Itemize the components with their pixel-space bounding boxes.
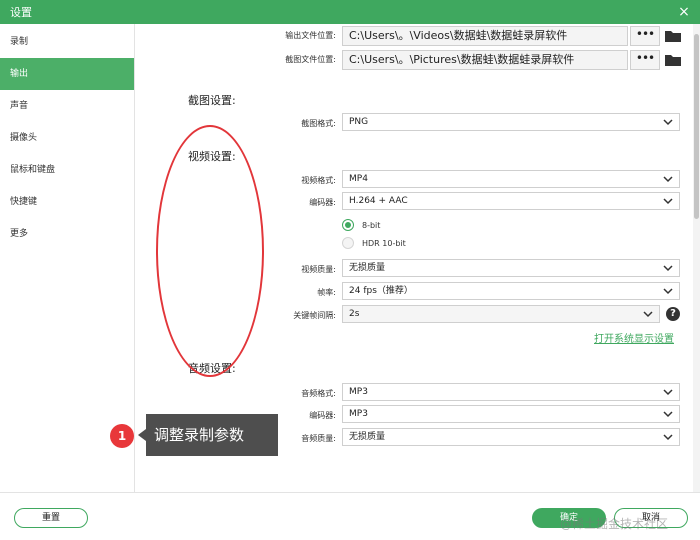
chevron-down-icon [663,434,673,441]
chevron-down-icon [643,311,653,318]
video-format-value: MP4 [349,174,368,184]
annotation-callout: 调整录制参数 [138,414,278,456]
sidebar-item-mouse-keyboard[interactable]: 鼠标和键盘 [0,154,134,186]
open-display-settings-link[interactable]: 打开系统显示设置 [594,330,674,345]
chevron-down-icon [663,176,673,183]
close-button[interactable]: × [668,0,700,24]
scrollbar[interactable] [693,24,700,492]
folder-icon[interactable] [664,53,682,67]
screenshot-format-label: 截图格式: [301,119,336,128]
video-encoder-select[interactable]: H.264 + AAC [342,192,680,210]
screenshot-format-select[interactable]: PNG [342,113,680,131]
chevron-down-icon [663,265,673,272]
window-title: 设置 [10,6,32,19]
bitdepth-hdr10-radio[interactable] [342,237,354,249]
audio-format-value: MP3 [349,387,368,397]
chevron-down-icon [663,119,673,126]
audio-format-label: 音频格式: [301,389,336,398]
video-format-select[interactable]: MP4 [342,170,680,188]
audio-format-select[interactable]: MP3 [342,383,680,401]
video-encoder-value: H.264 + AAC [349,196,408,206]
bitdepth-8bit-label: 8-bit [362,221,381,230]
bitdepth-hdr10-label: HDR 10-bit [362,239,406,248]
help-icon[interactable]: ? [666,307,680,321]
screenshot-format-value: PNG [349,117,369,127]
chevron-down-icon [663,198,673,205]
screenshot-settings-heading: 截图设置: [188,94,236,107]
annotation-ellipse [156,125,264,377]
folder-icon[interactable] [664,29,682,43]
sidebar-item-sound[interactable]: 声音 [0,90,134,122]
watermark: @稀土掘金技术社区 [560,517,669,531]
video-format-label: 视频格式: [301,176,336,185]
screenshot-location-label: 截图文件位置: [285,55,336,64]
audio-quality-value: 无损质量 [349,432,386,442]
framerate-value: 24 fps（推荐） [349,286,413,296]
chevron-down-icon [663,389,673,396]
annotation-step-badge: 1 [110,424,134,448]
video-quality-value: 无损质量 [349,263,386,273]
sidebar-item-camera[interactable]: 摄像头 [0,122,134,154]
audio-quality-select[interactable]: 无损质量 [342,428,680,446]
audio-encoder-value: MP3 [349,409,368,419]
sidebar-item-record[interactable]: 录制 [0,26,134,58]
sidebar-item-hotkeys[interactable]: 快捷键 [0,186,134,218]
video-location-input[interactable]: C:\Users\。\Videos\数据蛙\数据蛙录屏软件 [342,26,628,46]
sidebar-item-output[interactable]: 输出 [0,58,134,90]
keyframe-interval-value: 2s [349,309,360,319]
video-location-browse-button[interactable]: ••• [630,26,660,46]
framerate-select[interactable]: 24 fps（推荐） [342,282,680,300]
chevron-down-icon [663,288,673,295]
screenshot-location-input[interactable]: C:\Users\。\Pictures\数据蛙\数据蛙录屏软件 [342,50,628,70]
sidebar: 录制 输出 声音 摄像头 鼠标和键盘 快捷键 更多 [0,24,135,492]
bitdepth-8bit-radio[interactable] [342,219,354,231]
keyframe-interval-label: 关键帧间隔: [293,311,336,320]
title-bar: 设置 × [0,0,700,24]
sidebar-item-more[interactable]: 更多 [0,218,134,250]
chevron-down-icon [663,411,673,418]
video-location-label: 输出文件位置: [285,31,336,40]
keyframe-interval-select[interactable]: 2s [342,305,660,323]
scrollbar-thumb[interactable] [694,34,699,219]
reset-button[interactable]: 重置 [14,508,88,528]
screenshot-location-browse-button[interactable]: ••• [630,50,660,70]
video-quality-select[interactable]: 无损质量 [342,259,680,277]
audio-encoder-select[interactable]: MP3 [342,405,680,423]
